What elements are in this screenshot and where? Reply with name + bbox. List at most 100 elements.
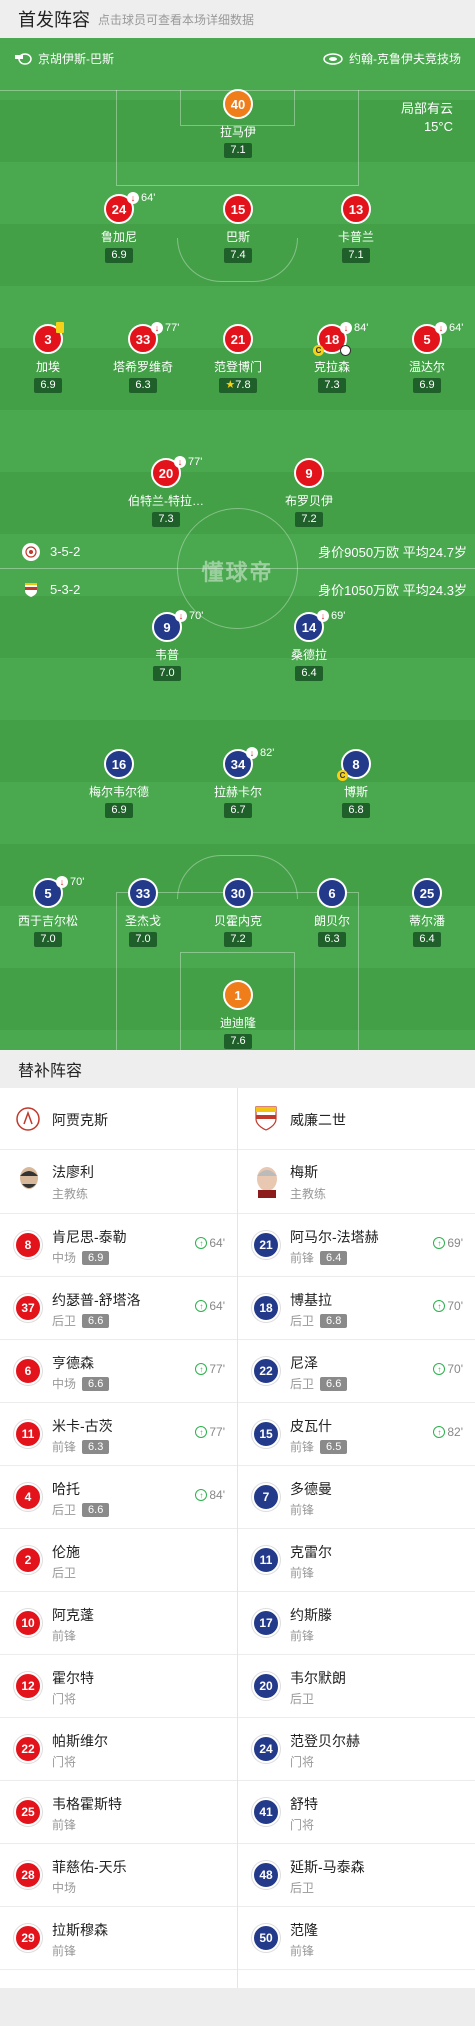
sub-player-row[interactable]: 50 范隆 前锋 (238, 1907, 475, 1970)
player-number: 29 (14, 1924, 42, 1952)
sub-player-row[interactable]: 22 帕斯维尔 门将 (0, 1718, 237, 1781)
player-position: 门将 (52, 1692, 77, 1706)
player-home[interactable]: 15 巴斯 7.4 (188, 194, 288, 263)
player-number: 30 (223, 878, 253, 908)
sub-player-row[interactable]: 18 博基拉 后卫 6.8 ↑ 70' (238, 1277, 475, 1340)
sub-player-row[interactable]: 10 阿克蓬 前锋 (0, 1592, 237, 1655)
player-name: 范登博门 (213, 360, 262, 374)
player-rating: 6.9 (34, 378, 62, 393)
sub-player-row[interactable]: 8 肯尼思-泰勒 中场 6.9 ↑ 64' (0, 1214, 237, 1277)
sub-player-row[interactable]: 21 阿马尔-法塔赫 前锋 6.4 ↑ 69' (238, 1214, 475, 1277)
player-number: 21 (252, 1231, 280, 1259)
sub-player-row[interactable]: 20 韦尔默朗 后卫 (238, 1655, 475, 1718)
sub-player-row[interactable]: 41 舒特 门将 (238, 1781, 475, 1844)
sub-player-row[interactable]: 6 亨德森 中场 6.6 ↑ 77' (0, 1340, 237, 1403)
coach-row[interactable]: 法廖利 主教练 (0, 1150, 237, 1214)
player-position: 前锋 (290, 1566, 315, 1580)
player-rating: 7.3 (152, 512, 180, 527)
player-home[interactable]: 18 C ↓ 84' 克拉森 7.3 (282, 322, 382, 393)
player-away[interactable]: 5 ↓ 70' 西于吉尔松 7.0 (0, 876, 98, 947)
sub-time: 69' (331, 610, 346, 622)
player-rating: 7.2 (224, 932, 252, 947)
player-home[interactable]: 20 ↓ 77' 伯特兰-特拉… 7.3 (116, 456, 216, 527)
sub-player-row[interactable]: 15 皮瓦什 前锋 6.5 ↑ 82' (238, 1403, 475, 1466)
team-row-home[interactable]: 阿贾克斯 (0, 1088, 237, 1150)
sub-on-icon: ↑ (433, 1300, 446, 1312)
player-away[interactable]: 34 ↓ 82' 拉赫卡尔 6.7 (188, 747, 288, 818)
sub-time: 70' (447, 1299, 463, 1313)
player-name: 塔希罗维奇 (112, 360, 173, 374)
lineup-subtitle: 点击球员可查看本场详细数据 (98, 12, 255, 27)
player-home[interactable]: 24 ↓ 64' 鲁加尼 6.9 (69, 192, 169, 263)
sub-player-row[interactable]: 11 克雷尔 前锋 (238, 1529, 475, 1592)
sub-player-row[interactable]: 37 约瑟普-舒塔洛 后卫 6.6 ↑ 64' (0, 1277, 237, 1340)
player-number: 15 (252, 1420, 280, 1448)
player-number: 8 (14, 1231, 42, 1259)
player-away[interactable]: 1 迪迪隆 7.6 (188, 980, 288, 1049)
player-name: 阿马尔-法塔赫 (290, 1229, 379, 1245)
player-home[interactable]: 33 ↓ 77' 塔希罗维奇 6.3 (93, 322, 193, 393)
sub-player-row[interactable]: 4 哈托 后卫 6.6 ↑ 84' (0, 1466, 237, 1529)
rating-value: 7.8 (235, 379, 251, 391)
player-rating: ★7.8 (219, 378, 257, 393)
player-away[interactable]: 6 朗贝尔 6.3 (282, 878, 382, 947)
player-home[interactable]: 5 ↓ 64' 温达尔 6.9 (377, 322, 475, 393)
sub-player-row[interactable]: 22 尼泽 后卫 6.6 ↑ 70' (238, 1340, 475, 1403)
player-rating: 7.6 (224, 1034, 252, 1049)
player-name: 博基拉 (290, 1292, 332, 1308)
coach-row[interactable]: 梅斯 主教练 (238, 1150, 475, 1214)
sub-time: 77' (209, 1425, 225, 1439)
player-away[interactable]: 16 梅尔韦尔德 6.9 (69, 749, 169, 818)
player-away[interactable]: 9 ↓ 70' 韦普 7.0 (117, 610, 217, 681)
player-position: 前锋 (52, 1944, 77, 1958)
player-away[interactable]: 33 圣杰戈 7.0 (93, 878, 193, 947)
sub-time: 64' (209, 1299, 225, 1313)
player-home[interactable]: 40 拉马伊 7.1 (188, 89, 288, 158)
player-number: 22 (14, 1735, 42, 1763)
sub-player-row[interactable]: 17 约斯滕 前锋 (238, 1592, 475, 1655)
sub-time: 82' (260, 747, 275, 759)
sub-on-indicator: ↑ 77' (195, 1425, 225, 1439)
team-row-away[interactable]: 威廉二世 (238, 1088, 475, 1150)
player-position: 后卫 (52, 1566, 77, 1580)
captain-icon: C (313, 345, 324, 356)
away-value: 身价1050万欧 (318, 583, 400, 598)
sub-player-row[interactable]: 2 伦施 后卫 (0, 1529, 237, 1592)
sub-player-row[interactable]: 25 韦格霍斯特 前锋 (0, 1781, 237, 1844)
sub-on-indicator: ↑ 64' (195, 1236, 225, 1250)
sub-player-row[interactable]: 28 菲慈佑-天乐 中场 (0, 1844, 237, 1907)
sub-off-icon: ↓ (175, 610, 187, 622)
player-number: 48 (252, 1861, 280, 1889)
sub-player-row[interactable]: 48 延斯-马泰森 后卫 (238, 1844, 475, 1907)
sub-player-row[interactable]: 29 拉斯穆森 前锋 (0, 1907, 237, 1970)
player-home[interactable]: 9 布罗贝伊 7.2 (259, 458, 359, 527)
player-number: 15 (223, 194, 253, 224)
player-name: 梅尔韦尔德 (88, 785, 149, 799)
player-name: 菲慈佑-天乐 (52, 1859, 127, 1875)
player-away[interactable]: 14 ↓ 69' 桑德拉 6.4 (259, 610, 359, 681)
sub-off-indicator: ↓ 64' (435, 322, 463, 334)
weather-condition: 局部有云 (400, 101, 453, 116)
sub-time: 69' (447, 1236, 463, 1250)
player-away[interactable]: 25 蒂尔潘 6.4 (377, 878, 475, 947)
player-name: 多德曼 (290, 1481, 332, 1497)
player-position: 前锋 (290, 1251, 315, 1265)
player-away[interactable]: 8 C 博斯 6.8 (306, 749, 406, 818)
player-name: 克拉森 (313, 360, 350, 374)
player-position: 前锋 (52, 1440, 77, 1454)
sub-time: 64' (449, 322, 464, 334)
sub-player-row[interactable]: 7 多德曼 前锋 (238, 1466, 475, 1529)
player-home[interactable]: 13 卡普兰 7.1 (306, 194, 406, 263)
player-position: 门将 (52, 1755, 77, 1769)
player-home[interactable]: 21 范登博门 ★7.8 (188, 324, 288, 393)
player-position: 门将 (290, 1755, 315, 1769)
sub-player-row[interactable]: 12 霍尔特 门将 (0, 1655, 237, 1718)
home-bench: 阿贾克斯 法廖利 主教练 8 肯尼思-泰勒 中场 6.9 ↑ 64' 37 约瑟普-… (0, 1088, 237, 1970)
sub-on-indicator: ↑ 84' (195, 1488, 225, 1502)
sub-player-row[interactable]: 11 米卡-古茨 前锋 6.3 ↑ 77' (0, 1403, 237, 1466)
sub-player-row[interactable]: 24 范登贝尔赫 门将 (238, 1718, 475, 1781)
player-away[interactable]: 30 贝霍内克 7.2 (188, 878, 288, 947)
player-rating: 6.3 (82, 1439, 110, 1454)
player-name: 圣杰戈 (124, 914, 161, 928)
player-home[interactable]: 3 加埃 6.9 (0, 322, 98, 393)
